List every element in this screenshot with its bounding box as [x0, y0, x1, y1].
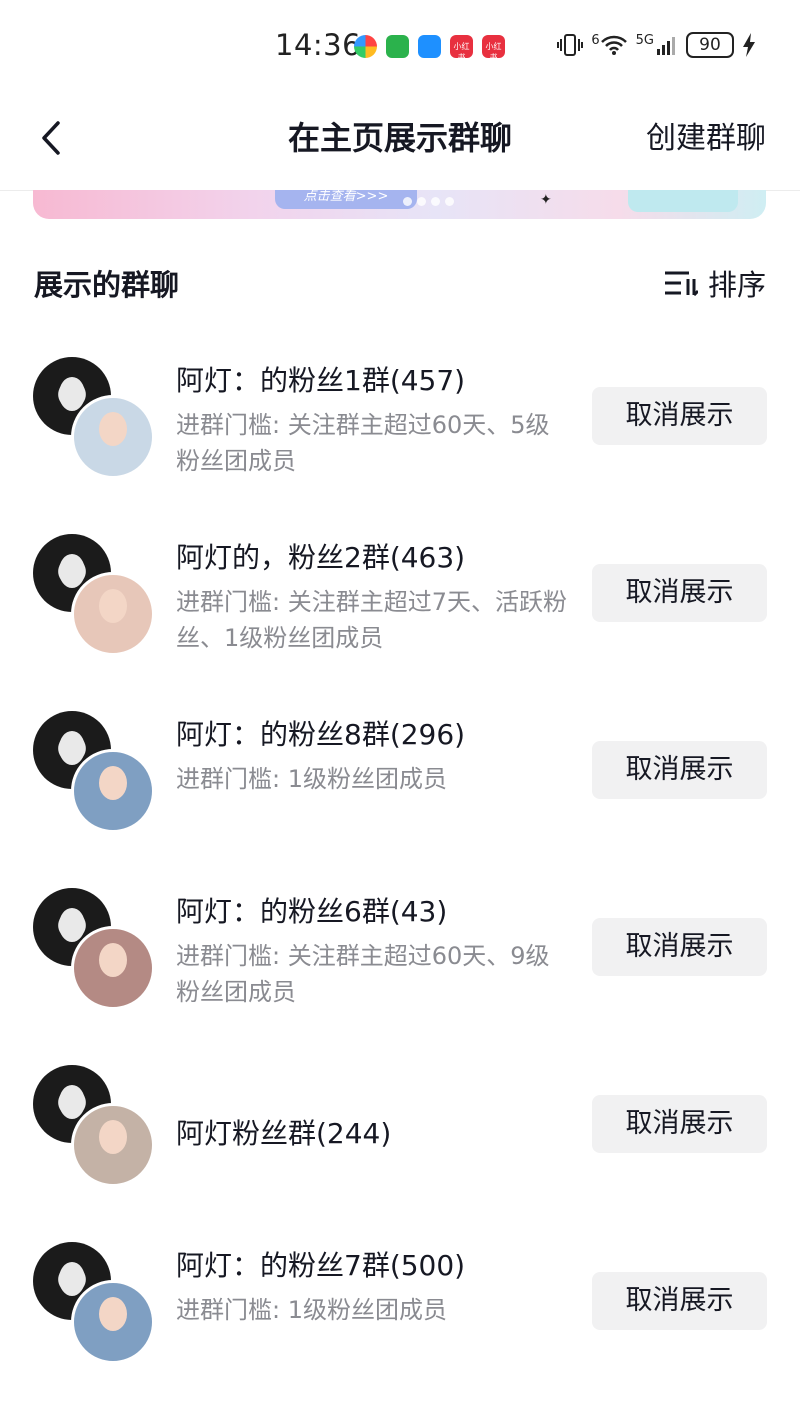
xiaohongshu-icon: 小红书 — [450, 35, 473, 62]
sort-label: 排序 — [707, 268, 766, 302]
member-avatar — [71, 572, 155, 656]
sparkle-icon: ✦ — [540, 192, 552, 208]
group-row[interactable]: 阿灯粉丝群(244) 取消展示 — [0, 1065, 800, 1235]
status-bar: 14:36 小红书 小红书 6 5G 90 — [0, 0, 800, 95]
colorful-app-icon — [354, 35, 377, 58]
cancel-display-button[interactable]: 取消展示 — [592, 387, 767, 445]
sort-button[interactable]: 排序 — [664, 262, 766, 304]
group-requirement: 进群门槛: 1级粉丝团成员 — [176, 1296, 447, 1324]
vibrate-icon — [557, 34, 584, 56]
nav-bar: 在主页展示群聊 创建群聊 — [0, 95, 800, 191]
group-requirement: 进群门槛: 关注群主超过60天、5级粉丝团成员 — [176, 411, 550, 475]
group-row[interactable]: 阿灯：的粉丝6群(43) 进群门槛: 关注群主超过60天、9级粉丝团成员 取消展… — [0, 888, 800, 1058]
create-group-button[interactable]: 创建群聊 — [646, 113, 766, 157]
member-avatar — [71, 1103, 155, 1187]
group-avatar — [33, 888, 155, 1010]
message-icon — [418, 35, 441, 58]
group-row[interactable]: 阿灯：的粉丝7群(500) 进群门槛: 1级粉丝团成员 取消展示 — [0, 1242, 800, 1412]
signal-icon — [657, 37, 675, 55]
group-avatar — [33, 1242, 155, 1364]
cancel-display-button[interactable]: 取消展示 — [592, 918, 767, 976]
cancel-display-button[interactable]: 取消展示 — [592, 1272, 767, 1330]
member-avatar — [71, 926, 155, 1010]
wechat-icon — [386, 35, 409, 58]
banner-view-button[interactable]: 点击查看>>> — [275, 190, 417, 209]
wifi-icon — [600, 35, 627, 55]
group-requirement: 进群门槛: 1级粉丝团成员 — [176, 765, 447, 793]
group-name: 阿灯：的粉丝8群(296) — [176, 718, 466, 751]
group-requirement: 进群门槛: 关注群主超过7天、活跃粉丝、1级粉丝团成员 — [176, 588, 567, 652]
group-avatar — [33, 1065, 155, 1187]
group-name: 阿灯粉丝群(244) — [176, 1117, 392, 1150]
sort-icon — [664, 271, 698, 296]
notification-icons: 小红书 小红书 — [354, 35, 505, 62]
group-avatar — [33, 711, 155, 833]
group-name: 阿灯：的粉丝6群(43) — [176, 895, 448, 928]
network-type: 5G — [635, 32, 654, 48]
member-avatar — [71, 395, 155, 479]
cancel-display-button[interactable]: 取消展示 — [592, 741, 767, 799]
xiaohongshu-label: 小红书 — [453, 42, 470, 62]
wifi-superscript: 6 — [591, 32, 600, 48]
charging-icon — [743, 33, 755, 57]
promo-banner[interactable]: 点击查看>>> ✦ — [33, 190, 766, 219]
group-row[interactable]: 阿灯的，粉丝2群(463) 进群门槛: 关注群主超过7天、活跃粉丝、1级粉丝团成… — [0, 534, 800, 704]
banner-pagination — [403, 197, 454, 206]
battery-indicator: 90 — [686, 32, 734, 58]
section-title: 展示的群聊 — [34, 268, 180, 302]
system-indicators: 6 5G 90 — [557, 32, 756, 58]
member-avatar — [71, 749, 155, 833]
group-row[interactable]: 阿灯：的粉丝8群(296) 进群门槛: 1级粉丝团成员 取消展示 — [0, 711, 800, 881]
group-row[interactable]: 阿灯：的粉丝1群(457) 进群门槛: 关注群主超过60天、5级粉丝团成员 取消… — [0, 357, 800, 527]
member-avatar — [71, 1280, 155, 1364]
xiaohongshu-icon: 小红书 — [482, 35, 505, 62]
status-time: 14:36 — [275, 28, 362, 62]
cancel-display-button[interactable]: 取消展示 — [592, 564, 767, 622]
group-name: 阿灯的，粉丝2群(463) — [176, 541, 466, 574]
xiaohongshu-label: 小红书 — [485, 42, 502, 62]
group-avatar — [33, 357, 155, 479]
banner-decoration — [628, 190, 738, 212]
group-name: 阿灯：的粉丝1群(457) — [176, 364, 466, 397]
group-avatar — [33, 534, 155, 656]
group-name: 阿灯：的粉丝7群(500) — [176, 1249, 466, 1282]
cancel-display-button[interactable]: 取消展示 — [592, 1095, 767, 1153]
group-requirement: 进群门槛: 关注群主超过60天、9级粉丝团成员 — [176, 942, 550, 1006]
